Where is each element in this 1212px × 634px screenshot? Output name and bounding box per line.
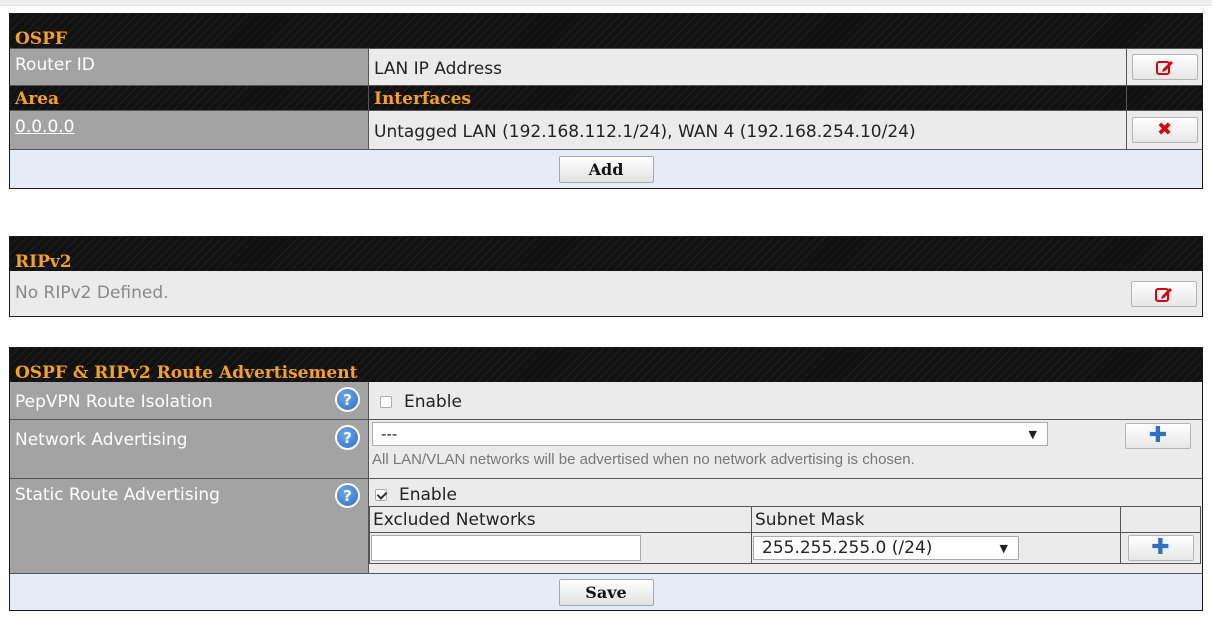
- network-advertising-label: Network Advertising: [15, 430, 188, 450]
- network-advertising-value: --- ▼ All LAN/VLAN networks will be adve…: [369, 420, 1114, 478]
- delete-x-icon: ✖: [1156, 119, 1173, 140]
- top-divider: [0, 0, 1212, 6]
- subnet-mask-select[interactable]: 255.255.255.0 (/24) ▼: [753, 536, 1019, 560]
- excluded-network-input[interactable]: [371, 535, 641, 561]
- excluded-networks-table: Excluded Networks Subnet Mask 255.255.25…: [369, 506, 1201, 564]
- action-column-header: [1126, 86, 1202, 110]
- ripv2-action: [1126, 271, 1202, 316]
- static-enable-line: Enable: [369, 485, 1201, 505]
- static-route-value: Enable Excluded Networks Subnet Mask 255…: [369, 479, 1202, 573]
- network-advertising-select[interactable]: --- ▼: [372, 422, 1048, 446]
- isolation-enable-label: Enable: [404, 392, 462, 412]
- ospf-footer: Add: [10, 149, 1202, 188]
- interfaces-cell: Untagged LAN (192.168.112.1/24), WAN 4 (…: [369, 111, 1126, 149]
- dropdown-arrow-icon: ▼: [1028, 427, 1037, 441]
- route-advertisement-panel: OSPF & RIPv2 Route Advertisement PepVPN …: [9, 347, 1203, 611]
- ripv2-empty-text: No RIPv2 Defined.: [10, 271, 1126, 316]
- static-enable-label: Enable: [399, 485, 457, 505]
- router-id-label: Router ID: [10, 49, 369, 85]
- ospf-panel: OSPF Router ID LAN IP Address Area Inter…: [9, 13, 1203, 189]
- area-interfaces-header: Area Interfaces: [10, 85, 1202, 110]
- route-advertisement-header: OSPF & RIPv2 Route Advertisement: [10, 348, 1202, 382]
- edit-icon: [1155, 287, 1172, 302]
- add-excluded-network-button[interactable]: ✚: [1127, 535, 1194, 561]
- isolation-label-cell: PepVPN Route Isolation ?: [10, 382, 369, 419]
- network-action: ✚: [1114, 420, 1202, 478]
- subnet-mask-header: Subnet Mask: [751, 506, 1121, 533]
- edit-icon: [1155, 61, 1173, 75]
- network-label-cell: Network Advertising ?: [10, 420, 369, 478]
- delete-area-button[interactable]: ✖: [1131, 117, 1198, 143]
- isolation-row: PepVPN Route Isolation ? Enable: [10, 382, 1202, 419]
- area-action: ✖: [1126, 111, 1202, 149]
- excluded-action-cell: ✚: [1120, 532, 1201, 564]
- area-column-header: Area: [10, 86, 369, 110]
- network-advertising-hint: All LAN/VLAN networks will be advertised…: [372, 451, 915, 468]
- help-icon[interactable]: ?: [335, 387, 360, 412]
- isolation-checkbox[interactable]: [380, 396, 392, 408]
- area-link[interactable]: 0.0.0.0: [15, 117, 74, 137]
- plus-icon: ✚: [1148, 423, 1168, 448]
- area-row: 0.0.0.0 Untagged LAN (192.168.112.1/24),…: [10, 110, 1202, 149]
- ospf-header: OSPF: [10, 14, 1202, 48]
- isolation-label: PepVPN Route Isolation: [15, 392, 213, 412]
- interfaces-column-header: Interfaces: [374, 89, 472, 109]
- edit-ripv2-button[interactable]: [1131, 280, 1197, 307]
- network-advertising-selected: ---: [381, 425, 398, 443]
- ripv2-empty-label: No RIPv2 Defined.: [15, 283, 169, 303]
- router-id-row: Router ID LAN IP Address: [10, 48, 1202, 85]
- router-id-value: LAN IP Address: [369, 49, 1126, 85]
- static-route-checkbox[interactable]: [375, 489, 387, 501]
- add-area-button[interactable]: Add: [558, 155, 654, 183]
- subnet-mask-selected: 255.255.255.0 (/24): [762, 538, 933, 558]
- excluded-action-header: [1120, 506, 1201, 533]
- excluded-network-cell: [369, 532, 752, 564]
- ripv2-row: No RIPv2 Defined.: [10, 271, 1202, 316]
- plus-icon: ✚: [1151, 535, 1170, 560]
- router-id-action: [1126, 49, 1202, 85]
- add-network-button[interactable]: ✚: [1125, 423, 1191, 449]
- area-cell: 0.0.0.0: [10, 111, 369, 149]
- help-icon[interactable]: ?: [335, 425, 360, 450]
- network-advertising-row: Network Advertising ? --- ▼ All LAN/VLAN…: [10, 419, 1202, 478]
- subnet-mask-cell: 255.255.255.0 (/24) ▼: [751, 532, 1121, 564]
- dropdown-arrow-icon: ▼: [999, 541, 1008, 555]
- excluded-networks-header: Excluded Networks: [369, 506, 752, 533]
- ripv2-header: RIPv2: [10, 237, 1202, 271]
- static-route-row: Static Route Advertising ? Enable Exclud…: [10, 478, 1202, 573]
- isolation-value: Enable: [369, 382, 1202, 419]
- ripv2-panel: RIPv2 No RIPv2 Defined.: [9, 236, 1203, 317]
- edit-router-id-button[interactable]: [1131, 54, 1198, 80]
- static-label-cell: Static Route Advertising ?: [10, 479, 369, 573]
- static-route-label: Static Route Advertising: [15, 485, 220, 505]
- help-icon[interactable]: ?: [335, 483, 360, 508]
- save-button[interactable]: Save: [558, 578, 654, 606]
- advertisement-footer: Save: [10, 573, 1202, 610]
